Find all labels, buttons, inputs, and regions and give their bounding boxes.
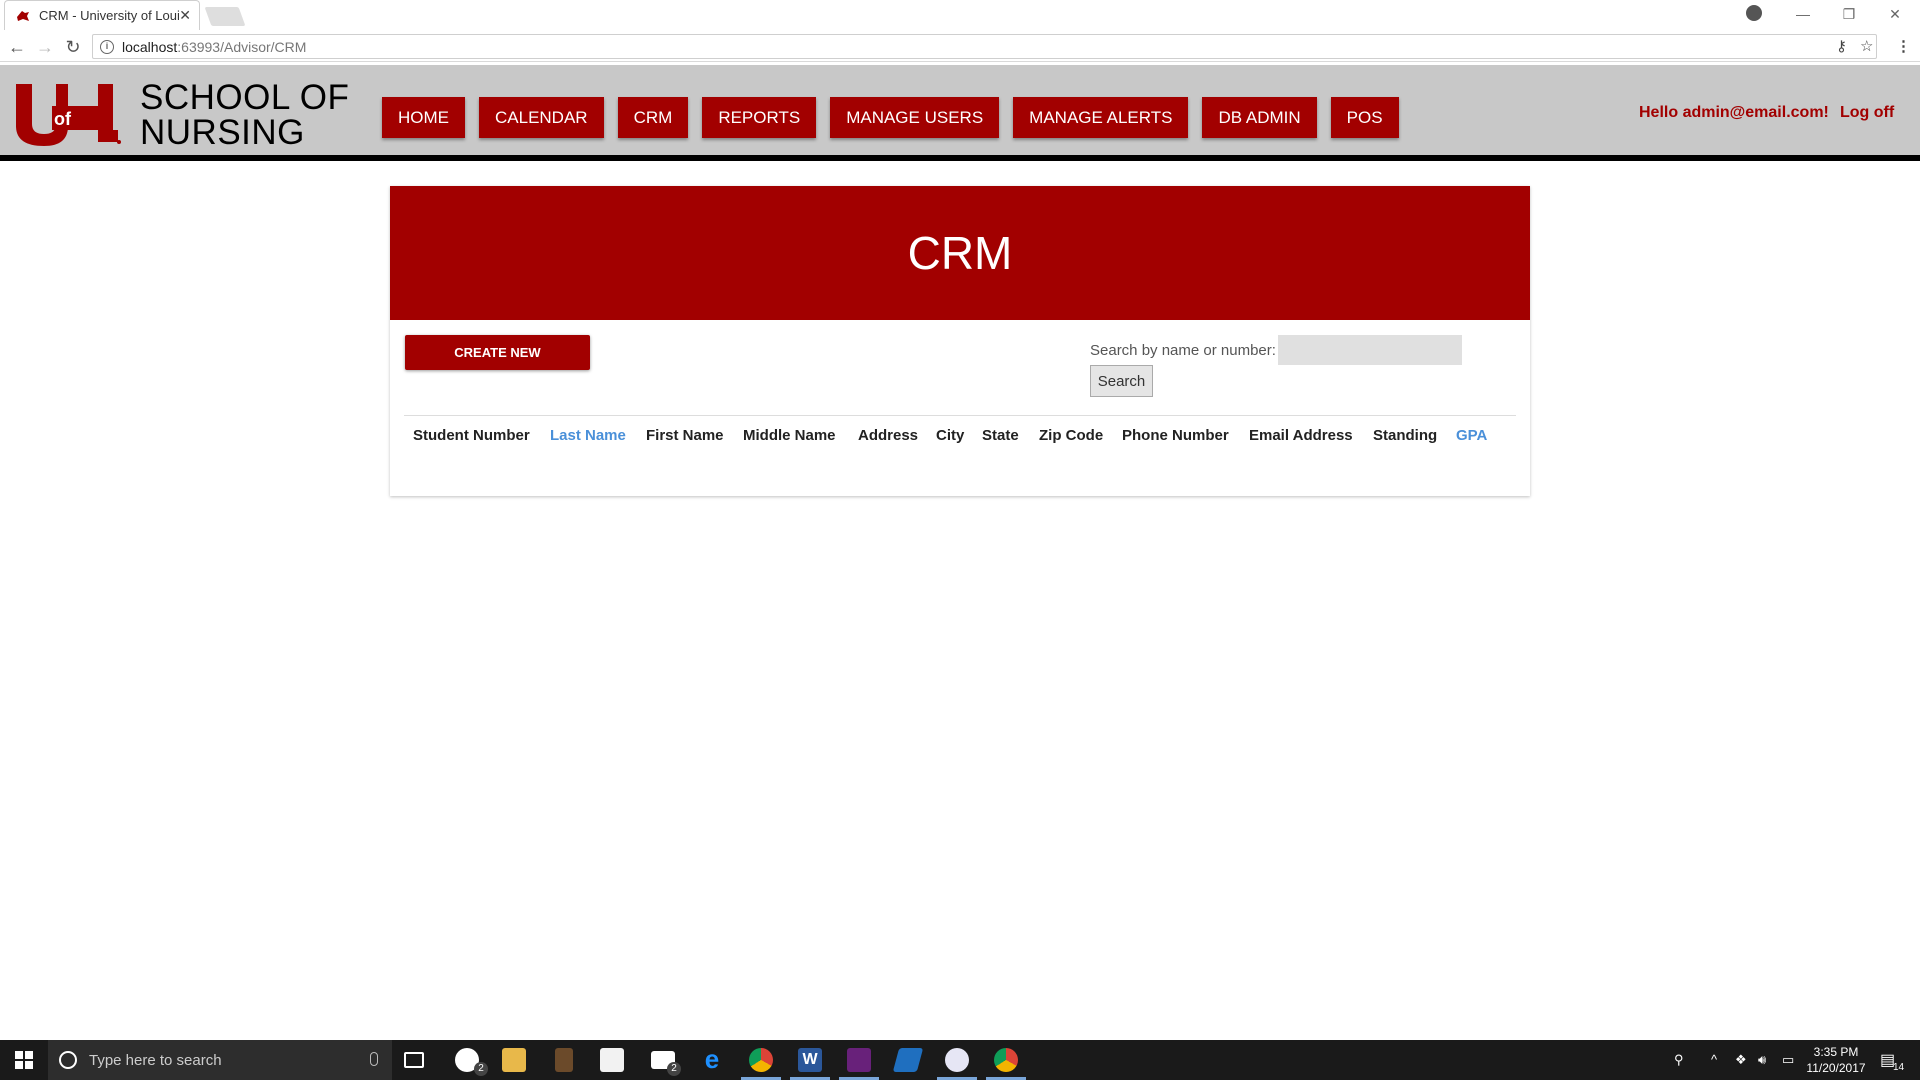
create-new-button[interactable]: CREATE NEW bbox=[405, 335, 590, 370]
search-input[interactable] bbox=[1278, 335, 1462, 365]
cardinal-favicon-icon bbox=[17, 10, 29, 21]
browser-tab[interactable]: CRM - University of Loui ✕ bbox=[4, 0, 200, 30]
search-button[interactable]: Search bbox=[1090, 365, 1153, 397]
col-standing: Standing bbox=[1373, 427, 1438, 444]
col-email-address: Email Address bbox=[1249, 427, 1353, 444]
search-label: Search by name or number: bbox=[1090, 342, 1276, 359]
col-city: City bbox=[936, 427, 965, 444]
browser-toolbar: ← → ↻ i localhost:63993/Advisor/CRM ⚷ ☆ … bbox=[0, 32, 1920, 62]
browser-titlebar: CRM - University of Loui ✕ — ❐ ✕ bbox=[0, 0, 1920, 32]
start-button[interactable] bbox=[0, 1040, 48, 1080]
nav-manage-users[interactable]: MANAGE USERS bbox=[830, 97, 1000, 138]
store-icon[interactable] bbox=[600, 1048, 624, 1072]
back-arrow-icon[interactable]: ← bbox=[6, 37, 28, 57]
col-first-name: First Name bbox=[646, 427, 724, 444]
table-header-row: Student Number Last Name First Name Midd… bbox=[413, 427, 1496, 444]
word-icon[interactable]: W bbox=[798, 1048, 822, 1072]
log-off-link[interactable]: Log off bbox=[1840, 104, 1894, 122]
tab-title: CRM - University of Loui bbox=[39, 8, 179, 23]
volume-icon[interactable]: 🔊︎ bbox=[1758, 1052, 1766, 1068]
col-zip-code: Zip Code bbox=[1039, 427, 1104, 444]
school-name-line1: SCHOOL OF bbox=[140, 78, 350, 117]
svg-text:of: of bbox=[54, 109, 72, 129]
url-path: :63993/Advisor/CRM bbox=[177, 38, 307, 55]
file-explorer-icon[interactable] bbox=[502, 1048, 526, 1072]
address-bar[interactable]: i localhost:63993/Advisor/CRM bbox=[92, 34, 1877, 59]
visual-studio-icon[interactable] bbox=[847, 1048, 871, 1072]
col-gpa-sort-link[interactable]: GPA bbox=[1456, 427, 1496, 444]
restore-icon[interactable]: ❐ bbox=[1826, 0, 1872, 28]
nav-pos[interactable]: POS bbox=[1330, 97, 1399, 138]
col-state: State bbox=[982, 427, 1019, 444]
show-hidden-icons-icon[interactable]: ^ bbox=[1711, 1052, 1717, 1067]
clock-time: 3:35 PM bbox=[1813, 1045, 1859, 1059]
cortana-icon bbox=[59, 1051, 77, 1069]
key-icon[interactable]: ⚷ bbox=[1836, 37, 1847, 55]
tab-close-icon[interactable]: ✕ bbox=[179, 7, 191, 24]
crm-panel-header: CRM bbox=[390, 186, 1530, 320]
divider bbox=[404, 415, 1516, 416]
col-address: Address bbox=[858, 427, 919, 444]
col-last-name-sort-link[interactable]: Last Name bbox=[550, 427, 646, 444]
crm-panel: CRM CREATE NEW Search by name or number:… bbox=[390, 186, 1530, 496]
info-icon[interactable]: i bbox=[100, 39, 114, 54]
new-tab-button[interactable] bbox=[204, 7, 246, 26]
xbox-badge: 2 bbox=[474, 1062, 488, 1076]
edge-icon[interactable]: e bbox=[700, 1046, 724, 1072]
school-name: SCHOOL OF NURSING bbox=[140, 80, 349, 150]
reload-icon[interactable]: ↻ bbox=[62, 37, 84, 57]
nav-reports[interactable]: REPORTS bbox=[702, 97, 817, 138]
task-view-icon[interactable] bbox=[404, 1052, 424, 1068]
taskbar-search-placeholder: Type here to search bbox=[89, 1051, 222, 1069]
sql-server-icon[interactable] bbox=[892, 1048, 924, 1072]
notification-count: 14 bbox=[1893, 1062, 1905, 1073]
url-host: localhost bbox=[122, 38, 178, 55]
windows-logo-icon bbox=[15, 1051, 33, 1069]
col-student-number: Student Number bbox=[413, 427, 530, 444]
user-greeting-link[interactable]: Hello admin@email.com! bbox=[1639, 104, 1829, 122]
star-icon[interactable]: ☆ bbox=[1860, 37, 1873, 55]
nav-db-admin[interactable]: DB ADMIN bbox=[1202, 97, 1317, 138]
page-title: CRM bbox=[907, 227, 1013, 279]
nav-home[interactable]: HOME bbox=[382, 97, 465, 138]
account-icon[interactable] bbox=[1746, 5, 1762, 21]
close-window-icon[interactable]: ✕ bbox=[1872, 0, 1918, 28]
nav-calendar[interactable]: CALENDAR bbox=[479, 97, 604, 138]
chrome-icon[interactable] bbox=[749, 1048, 773, 1072]
nav-manage-alerts[interactable]: MANAGE ALERTS bbox=[1013, 97, 1189, 138]
site-header: of SCHOOL OF NURSING HOME CALENDAR CRM R… bbox=[0, 65, 1920, 161]
main-nav: HOME CALENDAR CRM REPORTS MANAGE USERS M… bbox=[382, 97, 1413, 138]
clock-date: 11/20/2017 bbox=[1806, 1061, 1866, 1075]
col-middle-name: Middle Name bbox=[743, 427, 836, 444]
mail-badge: 2 bbox=[667, 1062, 681, 1076]
network-icon[interactable]: ▭ bbox=[1782, 1052, 1794, 1068]
dropbox-icon[interactable]: ❖ bbox=[1735, 1052, 1747, 1068]
nav-crm[interactable]: CRM bbox=[617, 97, 689, 138]
people-icon[interactable]: ⚲ bbox=[1674, 1052, 1684, 1068]
forward-arrow-icon[interactable]: → bbox=[34, 37, 56, 57]
chrome-icon-2[interactable] bbox=[994, 1048, 1018, 1072]
taskbar-search[interactable]: Type here to search bbox=[48, 1040, 392, 1080]
school-name-line2: NURSING bbox=[140, 113, 305, 152]
itunes-icon[interactable] bbox=[945, 1048, 969, 1072]
col-phone-number: Phone Number bbox=[1122, 427, 1229, 444]
system-clock[interactable]: 3:35 PM 11/20/2017 bbox=[1796, 1044, 1876, 1076]
microphone-icon[interactable] bbox=[370, 1052, 378, 1066]
uofl-logo[interactable]: of bbox=[14, 80, 124, 148]
menu-icon[interactable]: ⋮ bbox=[1896, 37, 1911, 55]
minimize-icon[interactable]: — bbox=[1780, 0, 1826, 28]
url-text: localhost:63993/Advisor/CRM bbox=[122, 39, 306, 55]
windows-taskbar: Type here to search 2 2 e W ⚲ ^ ❖ 🔊︎ ▭ 3… bbox=[0, 1040, 1920, 1080]
minecraft-icon[interactable] bbox=[555, 1048, 573, 1072]
